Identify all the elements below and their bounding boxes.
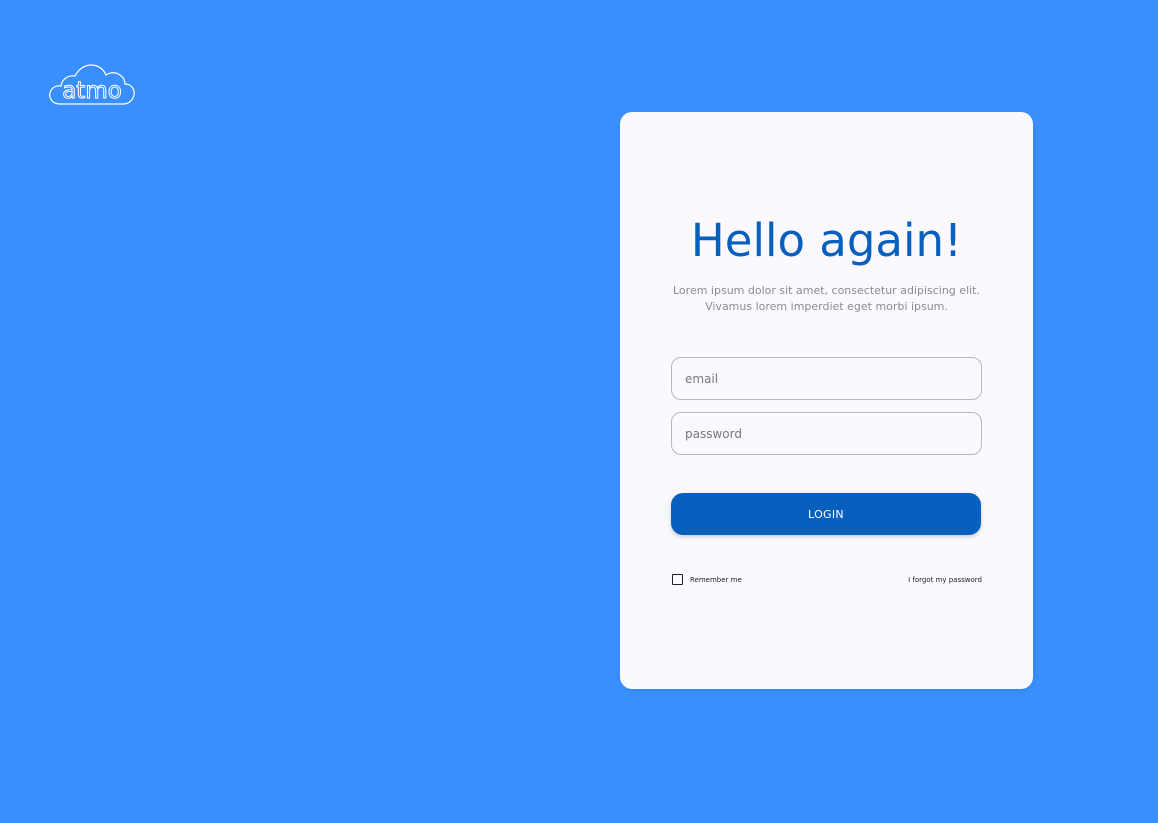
login-button[interactable]: LOGIN bbox=[671, 493, 981, 535]
remember-me-label: Remember me bbox=[690, 575, 742, 584]
page-title: Hello again! bbox=[690, 214, 963, 267]
cloud-logo-icon: atmo bbox=[49, 64, 135, 105]
email-field[interactable] bbox=[671, 357, 982, 400]
remember-me-checkbox[interactable] bbox=[672, 574, 683, 585]
forgot-password-link[interactable]: I forgot my password bbox=[908, 576, 982, 584]
password-field[interactable] bbox=[671, 412, 982, 455]
remember-me[interactable]: Remember me bbox=[672, 574, 742, 585]
logo-wordmark: atmo bbox=[62, 78, 122, 104]
atmo-logo: atmo bbox=[48, 62, 136, 108]
page-subtitle: Lorem ipsum dolor sit amet, consectetur … bbox=[673, 284, 980, 313]
login-card: Hello again! Lorem ipsum dolor sit amet,… bbox=[620, 112, 1033, 689]
